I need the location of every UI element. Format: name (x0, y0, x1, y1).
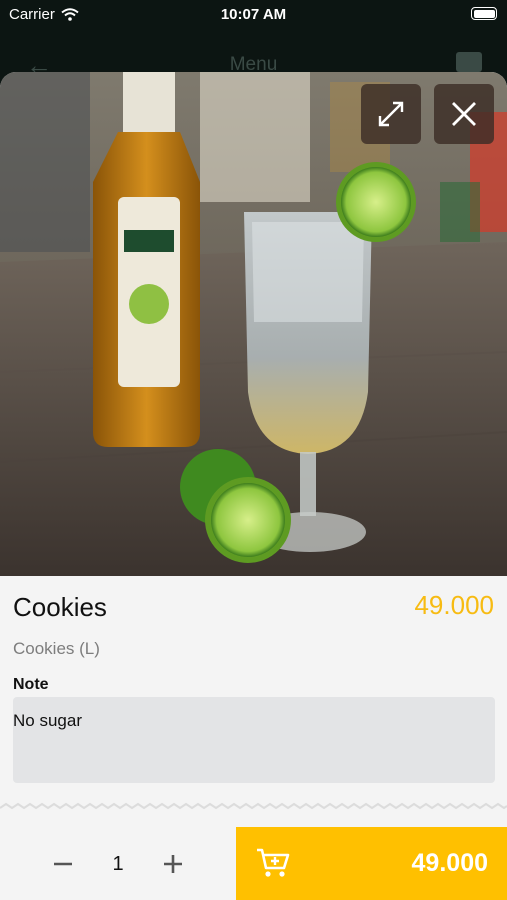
quantity-stepper: 1 (0, 827, 236, 900)
decrease-quantity-button[interactable] (50, 851, 76, 877)
cart-add-icon (257, 848, 290, 877)
order-total: 49.000 (411, 849, 488, 877)
increase-quantity-button[interactable] (160, 851, 186, 877)
product-price: 49.000 (414, 590, 494, 620)
minus-icon (54, 862, 72, 866)
note-field[interactable]: No sugar (13, 697, 495, 783)
battery-icon (471, 7, 497, 20)
close-icon (452, 102, 476, 126)
status-time: 10:07 AM (220, 6, 287, 23)
status-bar: Carrier 10:07 AM (0, 0, 507, 28)
expand-icon (378, 101, 404, 127)
quantity-value: 1 (112, 853, 124, 875)
product-photo (0, 72, 507, 576)
background-cart-icon (456, 52, 482, 72)
product-name: Cookies (13, 592, 107, 622)
close-button[interactable] (434, 84, 494, 144)
expand-button[interactable] (361, 84, 421, 144)
add-to-cart-button[interactable]: 49.000 (236, 827, 507, 900)
note-text: No sugar (13, 711, 82, 730)
product-detail-sheet: Cookies 49.000 Cookies (L) Note No sugar… (0, 72, 507, 900)
note-label: Note (13, 676, 49, 693)
zigzag-divider (0, 802, 507, 810)
plus-icon (164, 855, 182, 873)
product-variant: Cookies (L) (13, 639, 100, 658)
